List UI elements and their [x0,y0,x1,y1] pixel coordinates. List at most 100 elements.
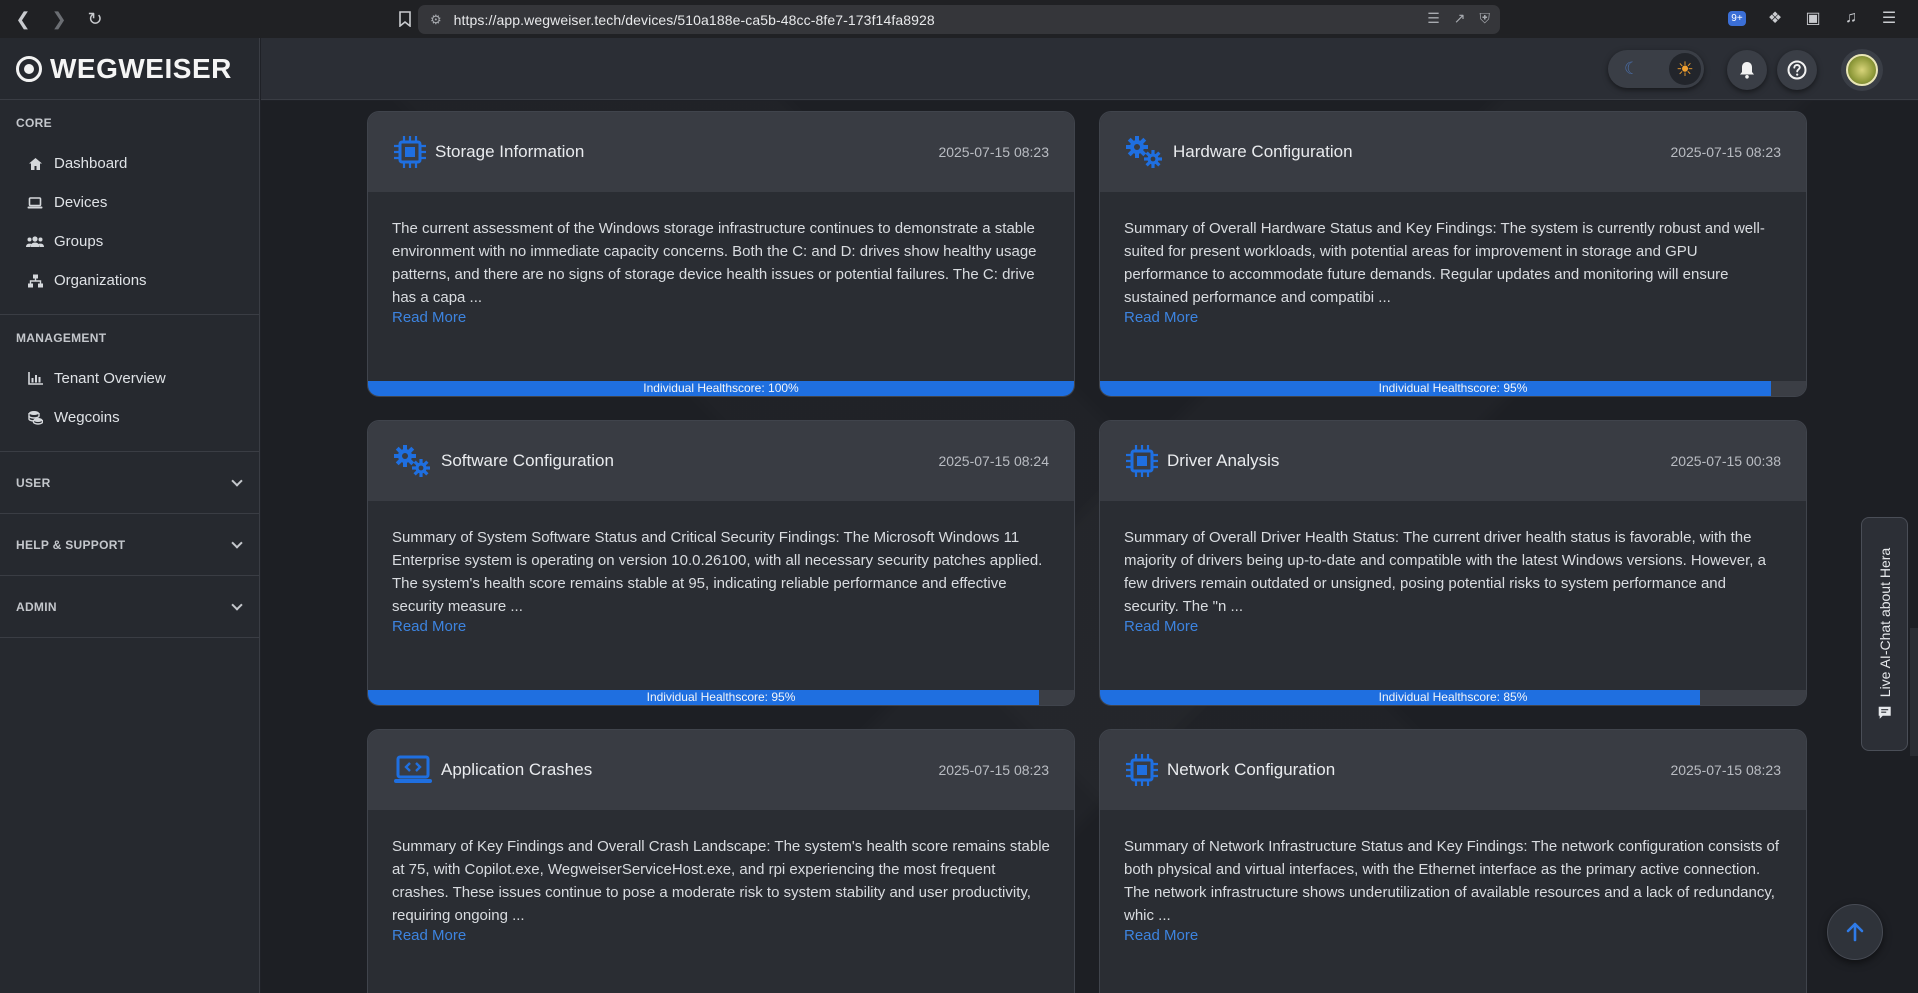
forward-icon[interactable]: ❯ [46,6,72,32]
arrow-up-icon [1846,922,1864,942]
theme-toggle[interactable]: ☾ ☀ [1608,50,1704,88]
card-hardware-configuration: Hardware Configuration 2025-07-15 08:23 … [1099,111,1807,397]
healthscore-label: Individual Healthscore: 95% [646,690,796,704]
chip-icon [1125,444,1159,478]
tab-search-icon[interactable]: ▣ [1802,7,1824,29]
coins-icon [26,410,44,425]
card-software-configuration: Software Configuration 2025-07-15 08:24 … [367,420,1075,706]
moon-icon: ☾ [1624,59,1640,78]
live-chat-button[interactable]: Live AI-Chat about Hera [1861,517,1908,751]
healthscore-bar: Individual Healthscore: 100% [368,381,1074,396]
users-icon [26,235,44,248]
read-more-link[interactable]: Read More [1124,618,1198,635]
card-title: Driver Analysis [1167,451,1280,470]
notifications-button[interactable] [1727,50,1767,90]
healthscore-bar: Individual Healthscore: 85% [1100,690,1806,705]
chip-icon [1125,753,1159,787]
sidebar-group-user[interactable]: USER [0,452,259,514]
sidebar-group-label: USER [16,475,51,490]
card-summary: Summary of Overall Hardware Status and K… [1124,220,1765,306]
extension-badge-icon[interactable]: 9+ [1726,7,1748,29]
scrollbar[interactable] [1910,628,1918,756]
card-summary: Summary of Network Infrastructure Status… [1124,838,1780,924]
sidebar: WEGWEISER CORE Dashboard Devices Groups [0,38,260,993]
card-summary: Summary of Overall Driver Health Status:… [1124,529,1766,615]
browser-toolbar: ❮ ❯ ↻ ⚙ https://app.wegweiser.tech/devic… [0,0,1918,38]
url-text: https://app.wegweiser.tech/devices/510a1… [453,11,935,28]
card-date: 2025-07-15 00:38 [1670,453,1781,469]
brand[interactable]: WEGWEISER [0,38,259,100]
top-header: ☾ ☀ [261,38,1918,100]
site-settings-icon[interactable]: ⚙ [430,12,442,28]
address-bar[interactable]: ⚙ https://app.wegweiser.tech/devices/510… [418,5,1500,34]
sitemap-icon [26,274,44,288]
card-header: Storage Information 2025-07-15 08:23 [368,112,1074,192]
avatar[interactable] [1841,49,1883,91]
avatar-image [1846,54,1878,86]
main-content: Storage Information 2025-07-15 08:23 The… [261,101,1918,993]
sidebar-group-help-support[interactable]: HELP & SUPPORT [0,514,259,576]
card-summary: Summary of Key Findings and Overall Cras… [392,838,1050,924]
card-date: 2025-07-15 08:23 [1670,144,1781,160]
shield-icon[interactable]: ⛨ [1480,10,1491,27]
card-date: 2025-07-15 08:23 [938,144,1049,160]
card-header: Hardware Configuration 2025-07-15 08:23 [1100,112,1806,192]
healthscore-bar: Individual Healthscore: 95% [368,690,1074,705]
sidebar-item-groups[interactable]: Groups [0,222,259,261]
back-icon[interactable]: ❮ [10,6,36,32]
read-more-link[interactable]: Read More [392,927,466,944]
card-date: 2025-07-15 08:23 [1670,762,1781,778]
read-more-link[interactable]: Read More [392,309,466,326]
reload-icon[interactable]: ↻ [82,6,108,32]
gears-icon [393,444,433,478]
browser-menu-icon[interactable]: ☰ [1878,7,1900,29]
reader-mode-icon[interactable]: ☰ [1427,10,1440,27]
card-header: Driver Analysis 2025-07-15 00:38 [1100,421,1806,501]
sidebar-group-label: ADMIN [16,599,57,614]
card-application-crashes: Application Crashes 2025-07-15 08:23 Sum… [367,729,1075,993]
sidebar-item-label: Devices [54,194,108,211]
read-more-link[interactable]: Read More [1124,927,1198,944]
chevron-down-icon [231,474,243,487]
home-icon [26,157,44,171]
card-summary: Summary of System Software Status and Cr… [392,529,1043,615]
card-title: Application Crashes [441,760,593,779]
card-title: Storage Information [435,142,585,161]
puzzle-extensions-icon[interactable]: ❖ [1764,7,1786,29]
read-more-link[interactable]: Read More [1124,309,1198,326]
help-button[interactable] [1777,50,1817,90]
brand-name: WEGWEISER [50,52,232,84]
nav-heading: CORE [16,116,52,130]
sidebar-item-devices[interactable]: Devices [0,183,259,222]
sidebar-item-dashboard[interactable]: Dashboard [0,144,259,183]
sidebar-group-admin[interactable]: ADMIN [0,576,259,638]
card-title: Hardware Configuration [1173,142,1353,161]
sidebar-item-label: Wegcoins [54,409,120,426]
card-date: 2025-07-15 08:23 [938,762,1049,778]
sidebar-group-label: HELP & SUPPORT [16,537,126,552]
card-title: Software Configuration [441,451,614,470]
media-control-icon[interactable]: ♫ [1840,7,1862,29]
sidebar-item-label: Organizations [54,272,147,289]
card-header: Application Crashes 2025-07-15 08:23 [368,730,1074,810]
share-icon[interactable]: ↗ [1454,10,1466,27]
chevron-down-icon [231,536,243,549]
sun-icon: ☀ [1669,53,1701,85]
question-circle-icon [1787,60,1807,80]
sidebar-item-wegcoins[interactable]: Wegcoins [0,398,259,437]
gears-icon [1125,135,1165,169]
healthscore-label: Individual Healthscore: 100% [643,381,799,395]
chip-icon [393,135,427,169]
chart-icon [26,372,44,385]
nav-heading: MANAGEMENT [16,331,107,345]
read-more-link[interactable]: Read More [392,618,466,635]
sidebar-item-tenant-overview[interactable]: Tenant Overview [0,359,259,398]
nav-section-core: CORE Dashboard Devices Groups Organizati… [0,100,259,315]
sidebar-item-organizations[interactable]: Organizations [0,261,259,300]
bell-icon [1740,62,1754,79]
scroll-to-top-button[interactable] [1827,904,1883,960]
bookmark-icon[interactable] [392,6,418,32]
sidebar-item-label: Groups [54,233,104,250]
laptop-code-icon [393,755,433,785]
sidebar-item-label: Dashboard [54,155,128,172]
